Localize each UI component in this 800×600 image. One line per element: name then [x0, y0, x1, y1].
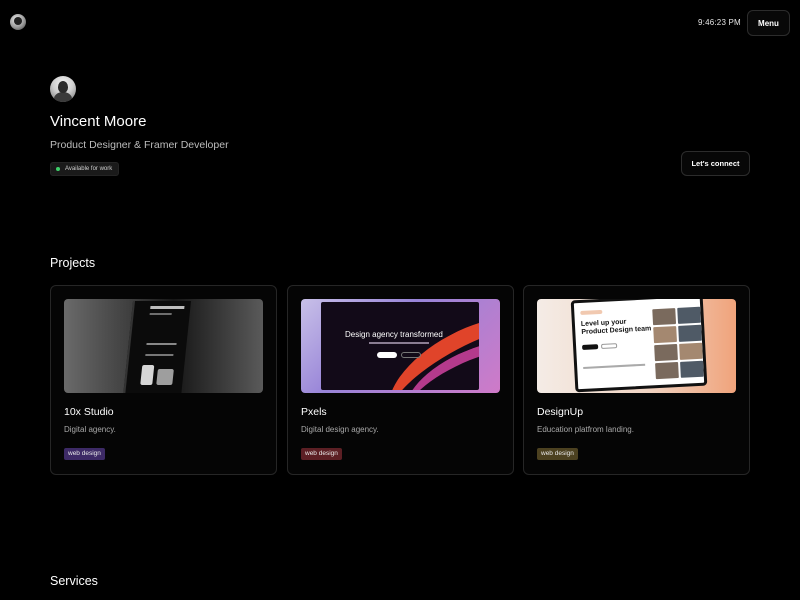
project-card-designup[interactable]: Level up your Product Design team Design…	[523, 285, 750, 475]
project-title: 10x Studio	[64, 406, 114, 418]
status-dot-icon	[56, 167, 60, 171]
project-card-10x-studio[interactable]: 10x Studio Digital agency. web design	[50, 285, 277, 475]
device-mockup	[122, 301, 192, 393]
thumbnail-headline: Design agency transformed	[345, 330, 443, 339]
thumbnail-headline: Level up your Product Design team	[580, 318, 652, 336]
avatar-icon[interactable]	[10, 14, 26, 30]
project-tag: web design	[64, 448, 105, 460]
project-tag: web design	[537, 448, 578, 460]
connect-button[interactable]: Let's connect	[681, 151, 750, 176]
project-thumbnail: Design agency transformed	[301, 299, 500, 393]
profile-role: Product Designer & Framer Developer	[50, 139, 229, 151]
project-thumbnail: Level up your Product Design team	[537, 299, 736, 393]
project-description: Digital agency.	[64, 425, 116, 434]
profile-name: Vincent Moore	[50, 113, 147, 130]
avatar-body	[54, 92, 72, 102]
photo-grid	[652, 306, 704, 380]
avatar-face	[58, 81, 68, 93]
services-title: Services	[50, 574, 98, 588]
menu-button[interactable]: Menu	[747, 10, 790, 36]
project-description: Education platfrom landing.	[537, 425, 634, 434]
project-tag: web design	[301, 448, 342, 460]
project-title: DesignUp	[537, 406, 584, 418]
projects-title: Projects	[50, 256, 96, 270]
screen-mockup: Design agency transformed	[321, 302, 479, 390]
portfolio-page: 9:46:23 PM Menu Vincent Moore Product De…	[0, 0, 800, 600]
project-thumbnail	[64, 299, 263, 393]
project-card-pxels[interactable]: Design agency transformed Pxels Digital …	[287, 285, 514, 475]
profile-avatar	[50, 76, 76, 102]
status-label: Available for work	[65, 166, 113, 172]
project-title: Pxels	[301, 406, 327, 418]
tablet-mockup: Level up your Product Design team	[570, 299, 708, 393]
clock: 9:46:23 PM	[698, 18, 741, 27]
status-badge: Available for work	[50, 162, 120, 176]
project-description: Digital design agency.	[301, 425, 379, 434]
